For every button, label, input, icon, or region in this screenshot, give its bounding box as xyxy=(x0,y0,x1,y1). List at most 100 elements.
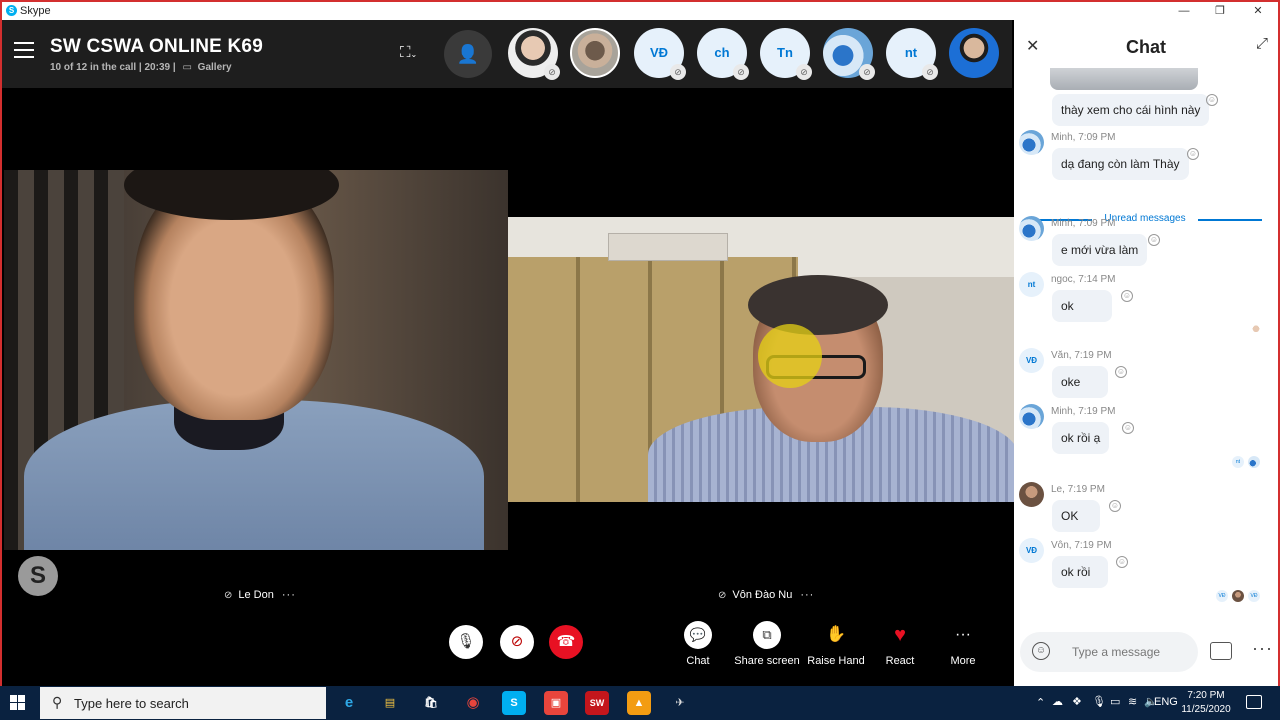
chat-icon: 💬 xyxy=(684,621,712,649)
gallery-icon: ▭ xyxy=(182,62,192,73)
composer-more-icon[interactable]: ··· xyxy=(1252,638,1273,659)
taskbar-search[interactable]: ⚲ Type here to search xyxy=(40,687,326,719)
video-tile-le-don[interactable] xyxy=(4,170,508,550)
message-list[interactable]: thày xem cho cái hình này ☺ Minh, 7:09 P… xyxy=(1014,68,1278,628)
search-placeholder: Type here to search xyxy=(74,696,189,711)
action-label: Chat xyxy=(686,655,710,667)
share-content-icon[interactable] xyxy=(1210,642,1232,660)
call-status: 10 of 12 in the call | 20:39 | ▭ Gallery xyxy=(50,62,232,73)
close-window-button[interactable]: ✕ xyxy=(1240,3,1276,19)
hamburger-menu-icon[interactable] xyxy=(14,42,34,58)
dropbox-icon[interactable]: ❖ xyxy=(1072,695,1082,708)
message-meta: Minh, 7:19 PM xyxy=(1051,406,1116,417)
read-receipt xyxy=(1248,456,1260,468)
tile-more-button[interactable]: ··· xyxy=(800,589,814,601)
mic-off-icon: ⊘ xyxy=(733,64,749,80)
minimize-button[interactable]: — xyxy=(1166,3,1202,19)
edge-icon[interactable]: e xyxy=(337,691,361,715)
add-people-button[interactable]: 👤 xyxy=(444,30,492,78)
participant-avatar[interactable]: VĐ ⊘ xyxy=(634,28,686,80)
participant-initials: VĐ xyxy=(649,45,669,60)
share-screen-icon: ⧉ xyxy=(753,621,781,649)
action-label: More xyxy=(950,655,976,667)
microphone-button[interactable]: 🎙 xyxy=(449,625,483,659)
message-meta: ngoc, 7:14 PM xyxy=(1051,274,1116,285)
tile-more-button[interactable]: ··· xyxy=(282,589,296,601)
battery-icon[interactable]: ▭ xyxy=(1110,695,1120,708)
participant-avatar[interactable]: ⊘ xyxy=(508,28,560,80)
react-emoji-icon[interactable]: ☺ xyxy=(1116,556,1128,568)
avatar xyxy=(1019,130,1044,155)
message-meta: Minh, 7:09 PM xyxy=(1051,218,1116,229)
read-receipt: VĐ xyxy=(1216,590,1228,602)
camera-off-button[interactable]: ⊘ xyxy=(500,625,534,659)
participant-name: Le Don xyxy=(238,589,274,601)
more-action[interactable]: ··· More xyxy=(923,621,1003,667)
end-call-button[interactable]: ☎ xyxy=(549,625,583,659)
participant-avatar[interactable]: Tn ⊘ xyxy=(760,28,812,80)
react-emoji-icon[interactable]: ☺ xyxy=(1122,422,1134,434)
read-receipt: nt xyxy=(1232,456,1244,468)
taskbar-clock[interactable]: 7:20 PM 11/25/2020 xyxy=(1174,689,1238,717)
chat-title: Chat xyxy=(1126,37,1166,57)
read-receipt xyxy=(1232,590,1244,602)
read-receipt: VĐ xyxy=(1248,590,1260,602)
video-tile-von-dao-nu[interactable] xyxy=(508,217,1014,502)
chat-panel: ✕ Chat ⤢ thày xem cho cái hình này ☺ Min… xyxy=(1014,20,1278,688)
call-title: SW CSWA ONLINE K69 xyxy=(50,36,263,57)
message-bubble: OK xyxy=(1052,500,1100,532)
mic-icon[interactable]: 🎙 xyxy=(1092,695,1106,708)
mic-off-icon: ⊘ xyxy=(224,590,233,601)
file-explorer-icon[interactable]: ▤ xyxy=(378,691,402,715)
chat-header: ✕ Chat ⤢ xyxy=(1014,20,1278,68)
participant-avatar[interactable] xyxy=(949,28,999,78)
react-emoji-icon[interactable]: ☺ xyxy=(1148,234,1160,246)
skype-taskbar-icon[interactable]: S xyxy=(502,691,526,715)
solidworks-icon[interactable]: SW xyxy=(585,691,609,715)
maximize-button[interactable]: ❐ xyxy=(1202,3,1238,19)
message-composer: ☺ Type a message ··· xyxy=(1020,632,1273,672)
react-emoji-icon[interactable]: ☺ xyxy=(1109,500,1121,512)
image-message[interactable] xyxy=(1050,68,1198,90)
participant-avatar[interactable]: ⊘ xyxy=(823,28,875,80)
windows-start-icon[interactable] xyxy=(10,695,26,711)
message-bubble: thày xem cho cái hình này xyxy=(1052,94,1210,126)
participant-avatar[interactable] xyxy=(570,28,620,78)
message-meta: Văn, 7:19 PM xyxy=(1051,350,1112,361)
layout-switch-button[interactable]: ⛶⌄ xyxy=(400,44,432,66)
share-screen-action[interactable]: ⧉ Share screen xyxy=(727,621,807,667)
react-emoji-icon[interactable]: ☺ xyxy=(1206,94,1218,106)
react-emoji-icon[interactable]: ☺ xyxy=(1121,290,1133,302)
wifi-icon[interactable]: ≋ xyxy=(1128,695,1137,708)
tile-name-von-dao-nu: ⊘ Vôn Đào Nu ··· xyxy=(718,589,814,601)
message-meta: Minh, 7:09 PM xyxy=(1051,132,1116,143)
react-emoji-icon[interactable]: ☺ xyxy=(1187,148,1199,160)
participant-avatar[interactable]: nt ⊘ xyxy=(886,28,938,80)
participant-initials: ch xyxy=(714,45,730,60)
react-emoji-icon[interactable]: ☺ xyxy=(1115,366,1127,378)
app-icon[interactable]: ▲ xyxy=(627,691,651,715)
clock-time: 7:20 PM xyxy=(1187,690,1225,701)
message-placeholder[interactable]: Type a message xyxy=(1072,645,1160,659)
participant-name: Vôn Đào Nu xyxy=(732,589,793,601)
notification-icon[interactable] xyxy=(1246,695,1262,709)
action-label: Raise Hand xyxy=(807,655,865,667)
onedrive-icon[interactable]: ☁ xyxy=(1052,695,1063,708)
message-bubble: dạ đang còn làm Thày xyxy=(1052,148,1189,180)
heart-icon: ♥ xyxy=(894,624,906,646)
chrome-icon[interactable]: ◉ xyxy=(461,691,485,715)
mic-off-icon: ⊘ xyxy=(859,64,875,80)
cursor-highlight xyxy=(758,324,822,388)
message-bubble: e mới vừa làm xyxy=(1052,234,1148,266)
participant-initials: nt xyxy=(904,45,918,60)
message-bubble: oke xyxy=(1052,366,1108,398)
chevron-up-icon[interactable]: ⌃ xyxy=(1036,696,1045,709)
chat-action[interactable]: 💬 Chat xyxy=(658,621,738,667)
app-icon[interactable]: ✈ xyxy=(668,691,692,715)
expand-icon[interactable]: ⤢ xyxy=(1256,35,1268,52)
emoji-icon[interactable]: ☺ xyxy=(1032,642,1050,660)
participant-avatar[interactable]: ch ⊘ xyxy=(697,28,749,80)
view-mode-label[interactable]: Gallery xyxy=(198,62,232,73)
app-icon[interactable]: ▣ xyxy=(544,691,568,715)
store-icon[interactable]: 🛍 xyxy=(419,691,443,715)
